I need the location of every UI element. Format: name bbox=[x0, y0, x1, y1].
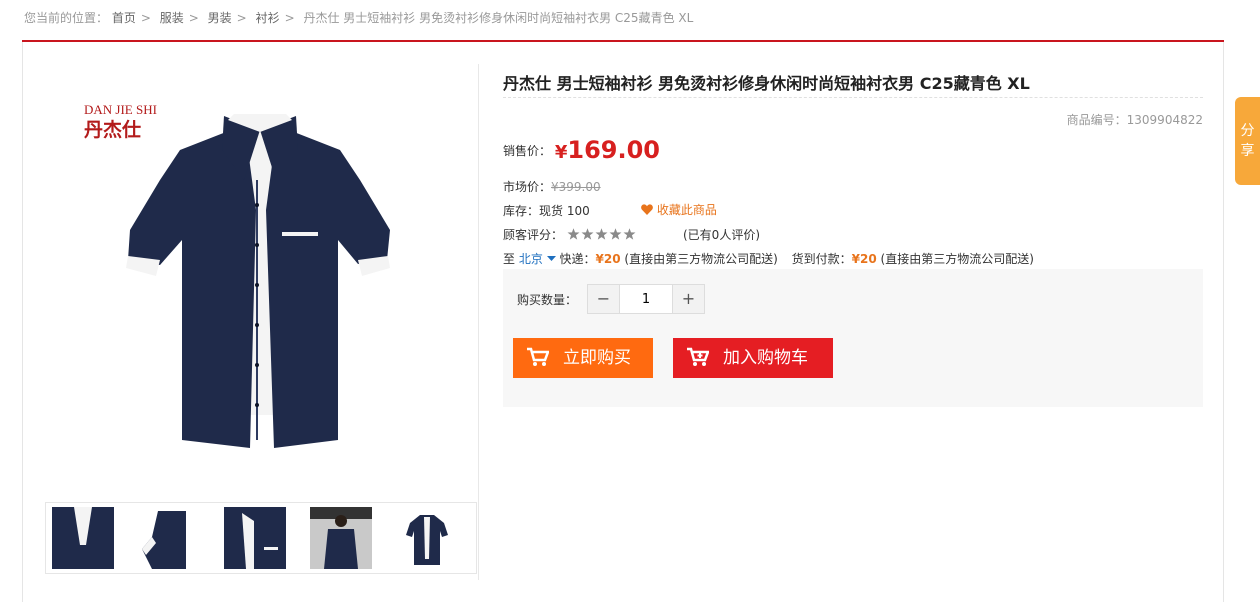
thumbnail-back[interactable] bbox=[310, 507, 372, 569]
breadcrumb-prefix: 您当前的位置： bbox=[24, 11, 109, 25]
rating-row: 顾客评分： bbox=[503, 226, 637, 243]
vertical-divider bbox=[478, 64, 479, 580]
express-label: 快递： bbox=[559, 252, 596, 266]
thumbnail-sleeve[interactable] bbox=[138, 507, 200, 569]
thumbnail-front[interactable] bbox=[396, 507, 458, 569]
cod-label: 货到付款： bbox=[791, 252, 852, 266]
currency-symbol: ¥ bbox=[554, 142, 568, 163]
quantity-label: 购买数量： bbox=[517, 293, 578, 307]
thumbnail-collar[interactable] bbox=[52, 507, 114, 569]
delivery-to-label: 至 bbox=[503, 252, 516, 266]
breadcrumb-current: 丹杰仕 男士短袖衬衫 男免烫衬衫修身休闲时尚短袖衬衣男 C25藏青色 XL bbox=[303, 11, 694, 25]
thumbnail-image bbox=[224, 507, 286, 569]
stock-label: 库存： bbox=[503, 204, 540, 218]
shirt-image: DAN JIE SHI 丹杰仕 bbox=[84, 102, 390, 448]
star-icon bbox=[623, 228, 636, 240]
product-title: 丹杰仕 男士短袖衬衫 男免烫衬衫修身休闲时尚短袖衬衣男 C25藏青色 XL bbox=[503, 74, 1030, 93]
buy-now-button[interactable]: 立即购买 bbox=[513, 338, 653, 378]
breadcrumb-shirts[interactable]: 衬衫 bbox=[256, 11, 280, 25]
star-icon bbox=[567, 228, 580, 240]
breadcrumb-menswear[interactable]: 男装 bbox=[208, 11, 232, 25]
quantity-plus-button[interactable]: + bbox=[672, 285, 704, 313]
purchase-box: 购买数量： − + 立即购买 加入购物车 bbox=[503, 269, 1203, 407]
cod-price: ¥20 bbox=[851, 252, 877, 266]
market-price-value: ¥399.00 bbox=[551, 180, 601, 194]
add-cart-icon bbox=[687, 347, 709, 366]
sale-price-value: 169.00 bbox=[567, 136, 660, 164]
market-price-label: 市场价： bbox=[503, 180, 552, 194]
add-to-cart-button[interactable]: 加入购物车 bbox=[673, 338, 833, 378]
express-price: ¥20 bbox=[595, 252, 621, 266]
sku-value: 1309904822 bbox=[1126, 113, 1203, 127]
quantity-minus-button[interactable]: − bbox=[588, 285, 620, 313]
brand-logo-cn: 丹杰仕 bbox=[84, 118, 141, 141]
review-count: (已有0人评价) bbox=[683, 228, 760, 242]
sale-price-row: 销售价： ¥169.00 bbox=[503, 136, 660, 164]
cod-note: (直接由第三方物流公司配送) bbox=[880, 252, 1034, 266]
main-product-image[interactable]: DAN JIE SHI 丹杰仕 bbox=[60, 80, 420, 480]
delivery-row: 至 北京 快递：¥20 (直接由第三方物流公司配送) 货到付款：¥20 (直接由… bbox=[503, 250, 1034, 267]
breadcrumb: 您当前的位置： 首页 > 服装 > 男装 > 衬衫 > 丹杰仕 男士短袖衬衫 男免烫衬衫… bbox=[24, 9, 693, 26]
cart-icon bbox=[527, 347, 549, 366]
rating-stars bbox=[567, 228, 636, 240]
stock-value: 现货 100 bbox=[539, 204, 590, 218]
breadcrumb-separator: > bbox=[284, 11, 295, 25]
heart-icon bbox=[641, 204, 653, 215]
favorite-label: 收藏此商品 bbox=[656, 203, 717, 217]
thumbnail-pocket[interactable] bbox=[224, 507, 286, 569]
thumbnail-image bbox=[138, 507, 200, 569]
title-divider bbox=[503, 97, 1203, 98]
chevron-down-icon bbox=[546, 256, 556, 261]
favorite-link[interactable]: 收藏此商品 bbox=[641, 201, 717, 218]
thumbnail-image bbox=[52, 507, 114, 569]
thumbnail-strip bbox=[45, 502, 477, 574]
rating-label: 顾客评分： bbox=[503, 228, 564, 242]
sale-price: ¥169.00 bbox=[555, 136, 660, 164]
brand-logo-en: DAN JIE SHI bbox=[84, 102, 157, 117]
add-to-cart-label: 加入购物车 bbox=[723, 348, 808, 368]
thumbnail-image bbox=[396, 507, 458, 569]
breadcrumb-clothing[interactable]: 服装 bbox=[160, 11, 184, 25]
buy-now-label: 立即购买 bbox=[563, 348, 631, 368]
quantity-input[interactable] bbox=[620, 285, 672, 313]
city-selector[interactable]: 北京 bbox=[519, 252, 556, 266]
quantity-stepper: − + bbox=[587, 284, 705, 314]
express-note: (直接由第三方物流公司配送) bbox=[624, 252, 778, 266]
star-icon bbox=[609, 228, 622, 240]
breadcrumb-separator: > bbox=[188, 11, 199, 25]
sale-price-label: 销售价： bbox=[503, 144, 552, 158]
breadcrumb-separator: > bbox=[140, 11, 151, 25]
breadcrumb-home[interactable]: 首页 bbox=[112, 11, 136, 25]
breadcrumb-separator: > bbox=[236, 11, 247, 25]
star-icon bbox=[581, 228, 594, 240]
sku-label: 商品编号： bbox=[1066, 113, 1127, 127]
thumbnail-image bbox=[310, 507, 372, 569]
city-name: 北京 bbox=[518, 252, 543, 266]
market-price-row: 市场价：¥399.00 bbox=[503, 178, 601, 195]
share-tab[interactable]: 分享 bbox=[1235, 97, 1260, 185]
stock-row: 库存：现货 100 bbox=[503, 202, 590, 219]
share-label: 分享 bbox=[1240, 123, 1255, 159]
star-icon bbox=[595, 228, 608, 240]
product-sku: 商品编号：1309904822 bbox=[1067, 111, 1203, 128]
